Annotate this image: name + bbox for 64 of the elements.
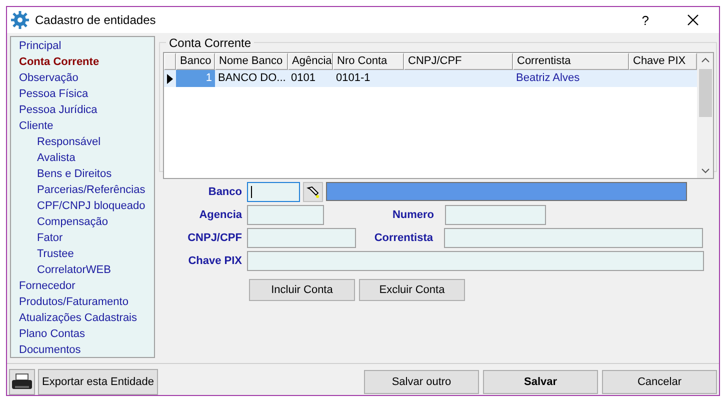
sidebar-item[interactable]: Fornecedor <box>19 278 76 294</box>
sidebar-item[interactable]: Compensação <box>37 214 108 230</box>
sidebar-item[interactable]: Cliente <box>19 118 54 134</box>
input-field[interactable] <box>444 228 703 248</box>
footer-button[interactable]: Cancelar <box>602 370 717 394</box>
sidebar-item[interactable]: CorrelatorWEB <box>37 262 111 278</box>
field-label: Numero <box>391 208 434 220</box>
group-title: Conta Corrente <box>166 36 254 50</box>
field-label: Agencia <box>198 208 242 220</box>
close-icon[interactable] <box>687 14 699 26</box>
sidebar-item[interactable]: Conta Corrente <box>19 54 100 70</box>
input-field[interactable] <box>445 204 546 224</box>
input-field[interactable] <box>247 250 704 270</box>
column-header[interactable]: Agência <box>288 53 333 70</box>
input-field[interactable] <box>247 228 356 248</box>
scrollbar[interactable] <box>697 53 713 178</box>
footer-button[interactable]: Salvar outro <box>364 370 479 394</box>
table-cell-text: 0101-1 <box>335 71 372 86</box>
table-cell: 1 <box>176 70 215 87</box>
sidebar-item[interactable]: Responsável <box>37 134 101 150</box>
field-label: Banco <box>207 186 242 198</box>
flashlight-icon <box>306 184 320 198</box>
lookup-button[interactable] <box>303 182 323 202</box>
sidebar-item[interactable]: Fator <box>37 230 63 246</box>
column-header[interactable]: Nro Conta <box>333 53 404 70</box>
sidebar-item[interactable]: Parcerias/Referências <box>37 182 146 198</box>
action-button[interactable]: Incluir Conta <box>249 279 355 301</box>
scroll-up-icon[interactable] <box>700 57 710 63</box>
input-field[interactable] <box>247 204 324 224</box>
sidebar-item[interactable]: Observação <box>19 70 78 86</box>
printer-icon <box>11 373 33 391</box>
column-header[interactable]: Nome Banco <box>215 53 288 70</box>
row-pointer-icon <box>166 72 174 84</box>
sidebar-item[interactable]: Principal <box>19 38 62 54</box>
sidebar-item[interactable]: Bens e Direitos <box>37 166 112 182</box>
column-header[interactable]: Banco <box>176 53 215 70</box>
field-label: Correntista <box>373 232 433 244</box>
export-button[interactable]: Exportar esta Entidade <box>38 369 158 395</box>
sidebar-item[interactable]: Documentos <box>19 342 81 358</box>
print-button[interactable] <box>9 369 35 395</box>
column-header[interactable]: Chave PIX <box>629 53 697 70</box>
field-label: CNPJ/CPF <box>186 232 242 244</box>
sidebar-item[interactable]: Trustee <box>37 246 74 262</box>
field-label: Chave PIX <box>187 254 242 266</box>
sidebar-item[interactable]: Avalista <box>37 150 76 166</box>
sidebar-item[interactable]: Produtos/Faturamento <box>19 294 128 310</box>
gear-icon <box>11 11 29 29</box>
action-button[interactable]: Excluir Conta <box>359 279 465 301</box>
sidebar-item[interactable]: Pessoa Jurídica <box>19 102 98 118</box>
window-title: Cadastro de entidades <box>35 13 157 27</box>
help-button[interactable]: ? <box>642 12 649 28</box>
column-header[interactable]: Correntista <box>513 53 629 70</box>
sidebar-item[interactable]: Atualizações Cadastrais <box>19 310 138 326</box>
sidebar-item[interactable]: Plano Contas <box>19 326 86 342</box>
table-cell-text: BANCO DO... <box>217 71 287 86</box>
sidebar-item[interactable]: CPF/CNPJ bloqueado <box>37 198 146 214</box>
sidebar-item[interactable]: Pessoa Física <box>19 86 88 102</box>
column-header[interactable]: CNPJ/CPF <box>404 53 513 70</box>
table-cell-text: Beatriz Alves <box>515 71 581 86</box>
scroll-down-icon[interactable] <box>700 168 710 174</box>
input-field[interactable] <box>247 182 300 202</box>
footer-button[interactable]: Salvar <box>483 370 598 394</box>
scroll-thumb[interactable] <box>698 69 712 117</box>
table-cell-text: 0101 <box>290 71 316 86</box>
